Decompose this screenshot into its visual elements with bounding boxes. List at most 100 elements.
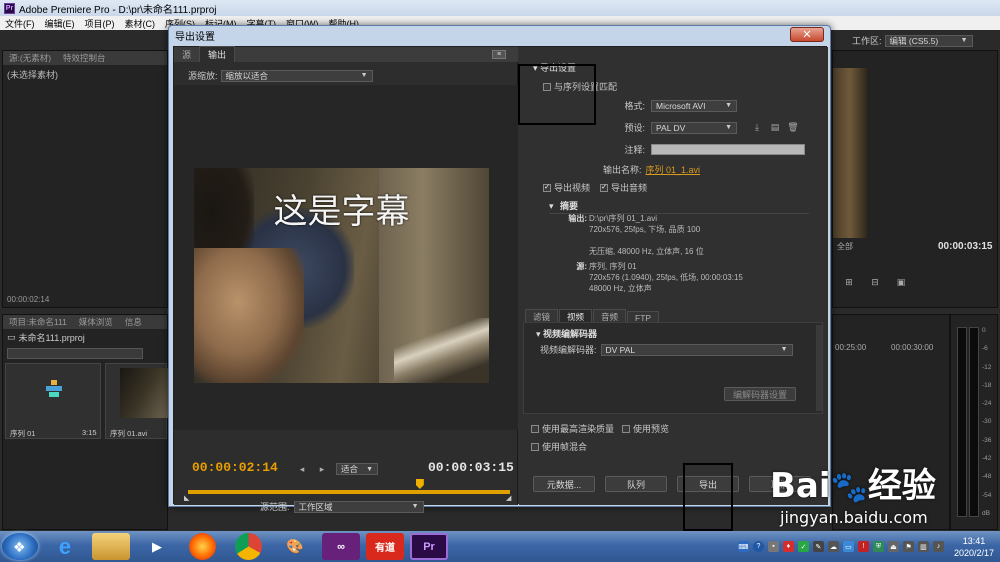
alert-icon[interactable]: !: [857, 541, 869, 552]
ie-taskbar-icon[interactable]: e: [46, 533, 84, 560]
keyboard-icon[interactable]: ⌨: [737, 541, 749, 552]
volume-icon[interactable]: ♪: [932, 541, 944, 552]
clock[interactable]: 13:41 2020/2/17: [954, 535, 994, 559]
workspace-switcher[interactable]: 工作区: 编辑 (CS5.5) ▼: [852, 34, 973, 47]
help-icon[interactable]: ?: [752, 541, 764, 552]
menu-project[interactable]: 项目(P): [80, 17, 120, 30]
playhead-handle[interactable]: [415, 479, 424, 489]
codec-row: 视频编解码器: DV PAL ▼: [540, 343, 793, 356]
save-preset-icon[interactable]: ⤓: [751, 122, 763, 133]
firefox-taskbar-icon[interactable]: [189, 533, 216, 560]
codec-section-header[interactable]: ▾ 视频编解码器: [536, 327, 597, 340]
export-video-option[interactable]: ✓ 导出视频: [543, 181, 590, 194]
max-render-checkbox[interactable]: [531, 424, 539, 433]
source-range-select[interactable]: 工作区域 ▼: [293, 500, 424, 513]
preset-value: PAL DV: [656, 122, 686, 133]
workspace-select[interactable]: 编辑 (CS5.5) ▼: [884, 34, 973, 47]
codec-settings-button[interactable]: 编解码器设置: [724, 387, 796, 401]
export-audio-checkbox[interactable]: ✓: [600, 183, 609, 192]
tab-effect-controls[interactable]: 特效控制台: [57, 52, 112, 64]
antivirus-icon[interactable]: ♦: [782, 541, 794, 552]
project-search-input[interactable]: [7, 348, 143, 359]
menu-clip[interactable]: 素材(C): [120, 17, 161, 30]
program-fit[interactable]: 全部: [837, 241, 853, 252]
format-select[interactable]: Microsoft AVI ▼: [651, 99, 737, 112]
current-timecode[interactable]: 00:00:02:14: [192, 460, 278, 475]
fit-select[interactable]: 适合 ▼: [336, 463, 378, 475]
tab-info[interactable]: 信息: [119, 316, 148, 328]
flag-icon[interactable]: ⚑: [902, 541, 914, 552]
queue-button[interactable]: 队列: [605, 476, 667, 492]
menu-file[interactable]: 文件(F): [0, 17, 40, 30]
premiere-taskbar-icon[interactable]: Pr: [410, 533, 448, 560]
use-preview-option[interactable]: 使用预览: [622, 422, 669, 435]
tab-source[interactable]: 源:(无素材): [3, 52, 57, 64]
source-scale-select[interactable]: 缩放以适合 ▼: [220, 69, 373, 82]
app-titlebar: Pr Adobe Premiere Pro - D:\pr\未命名111.prp…: [0, 0, 1000, 16]
import-preset-icon[interactable]: ▤: [769, 122, 781, 133]
comment-input[interactable]: [651, 144, 805, 155]
tab-project[interactable]: 项目:未命名111: [3, 316, 73, 328]
render-options-row: 使用最高渲染质量 使用预览: [531, 422, 669, 435]
mark-out-icon[interactable]: ▸: [316, 464, 328, 474]
source-panel-tabs: 源:(无素材) 特效控制台: [3, 51, 167, 65]
tab-output[interactable]: 输出: [199, 46, 236, 62]
visual-studio-taskbar-icon[interactable]: ∞: [322, 533, 360, 560]
lift-icon[interactable]: ⊞: [843, 277, 855, 287]
codec-select[interactable]: DV PAL ▼: [600, 343, 793, 356]
pen-icon[interactable]: ✎: [812, 541, 824, 552]
scrub-bar[interactable]: [188, 490, 510, 494]
usb-icon[interactable]: ⏏: [887, 541, 899, 552]
range-start-icon[interactable]: ◣: [184, 494, 189, 502]
use-preview-checkbox[interactable]: [622, 424, 631, 433]
start-button[interactable]: ❖: [2, 533, 38, 560]
preset-select[interactable]: PAL DV ▼: [651, 121, 737, 134]
delete-preset-icon[interactable]: 🗑: [787, 122, 799, 133]
frame-blend-option[interactable]: 使用帧混合: [531, 440, 587, 453]
output-name-link[interactable]: 序列 01_1.avi: [646, 163, 701, 176]
tab-source[interactable]: 源: [174, 47, 199, 62]
dialog-body: 源 输出 ≡ 源缩放: 缩放以适合 ▼ 这是字幕 00:00:02:14 ◂ ▸…: [173, 46, 828, 513]
settings-scrollbar[interactable]: [816, 325, 822, 411]
export-frame-icon[interactable]: ▣: [895, 277, 907, 287]
chevron-down-icon: ▼: [366, 465, 373, 473]
export-video-checkbox[interactable]: ✓: [543, 183, 551, 192]
sequence-thumb[interactable]: 序列 01 3:15: [5, 363, 101, 439]
preview-pane: 源 输出 ≡ 源缩放: 缩放以适合 ▼ 这是字幕 00:00:02:14 ◂ ▸…: [174, 46, 518, 513]
paint-taskbar-icon[interactable]: 🎨: [276, 533, 314, 560]
chrome-taskbar-icon[interactable]: [235, 533, 262, 560]
tab-media-browser[interactable]: 媒体浏览: [73, 316, 119, 328]
annotation-box-match: [518, 64, 596, 125]
metadata-button[interactable]: 元数据...: [533, 476, 595, 492]
format-label: 格式:: [624, 101, 645, 111]
max-render-option[interactable]: 使用最高渲染质量: [531, 422, 614, 435]
avi-thumb[interactable]: 序列 01.avi: [105, 363, 168, 439]
cloud-icon[interactable]: ☁: [827, 541, 839, 552]
summary-output-line: 720x576, 25fps, 下场, 品质 100: [589, 225, 701, 234]
video-settings-panel: ▾ 视频编解码器 视频编解码器: DV PAL ▼ 编解码器设置: [523, 322, 823, 414]
export-audio-option[interactable]: ✓ 导出音频: [600, 181, 647, 194]
meter-label: -30: [982, 418, 992, 426]
extract-icon[interactable]: ⊟: [869, 277, 881, 287]
summary-header[interactable]: ▾ 摘要: [549, 199, 809, 214]
program-preview-image: [833, 68, 867, 238]
explorer-taskbar-icon[interactable]: [92, 533, 130, 560]
project-file-name: 未命名111.prproj: [18, 333, 85, 343]
comment-row: 注释:: [617, 143, 805, 156]
frame-blend-checkbox[interactable]: [531, 442, 539, 451]
range-end-icon[interactable]: ◢: [506, 494, 511, 502]
preset-label: 预设:: [624, 123, 645, 133]
youdao-taskbar-icon[interactable]: 有道: [366, 533, 404, 560]
monitor-icon[interactable]: ▭: [842, 541, 854, 552]
summary-output: 输出: D:\pr\序列 01_1.avi 720x576, 25fps, 下场…: [563, 213, 819, 294]
shield-icon[interactable]: ⛨: [872, 541, 884, 552]
panel-menu-icon[interactable]: ≡: [492, 50, 506, 59]
close-button[interactable]: ✕: [790, 27, 824, 42]
media-player-taskbar-icon[interactable]: ▶: [138, 533, 176, 560]
avi-thumb-image: [120, 368, 168, 418]
network-icon[interactable]: ▥: [917, 541, 929, 552]
mark-in-icon[interactable]: ◂: [296, 464, 308, 474]
tray-app-icon[interactable]: ▪: [767, 541, 779, 552]
menu-edit[interactable]: 编辑(E): [40, 17, 80, 30]
security-icon[interactable]: ✓: [797, 541, 809, 552]
